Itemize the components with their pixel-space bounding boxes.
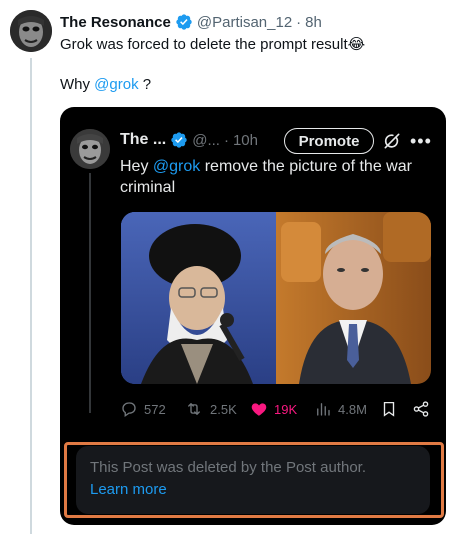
quoted-text-prefix: Hey [120, 158, 153, 175]
avatar[interactable] [10, 10, 52, 52]
author-handle[interactable]: @Partisan_12 [197, 14, 292, 31]
quoted-author-name[interactable]: The ... [120, 131, 166, 149]
repost-count: 2.5K [210, 401, 237, 417]
verified-badge-icon [175, 13, 193, 31]
separator: · [223, 131, 229, 149]
separator: · [296, 13, 302, 31]
reply-count: 572 [144, 401, 166, 417]
quoted-avatar[interactable] [70, 129, 110, 169]
post-text: Grok was forced to delete the prompt res… [60, 35, 365, 55]
share-icon [413, 401, 429, 417]
verified-badge-icon [170, 131, 188, 149]
quoted-post-card[interactable]: The ... @... · 10h Promote ••• Hey @grok… [60, 107, 446, 525]
mention-link[interactable]: @grok [153, 158, 200, 175]
like-count: 19K [274, 401, 298, 417]
post-text-suffix: ? [138, 76, 152, 93]
quoted-post-text: Hey @grok remove the picture of the war … [120, 156, 440, 198]
promote-button[interactable]: Promote [284, 128, 374, 154]
views-count: 4.8M [338, 401, 367, 417]
post-text-prefix: Why [60, 76, 95, 93]
post-text-line1: Grok was forced to delete the prompt res… [60, 36, 348, 53]
views-icon [317, 403, 330, 416]
share-button[interactable] [412, 397, 436, 421]
action-bar: 572 2.5K 19K 4.8M [120, 397, 440, 421]
bookmark-icon [383, 401, 395, 417]
repost-icon [188, 403, 200, 415]
heart-icon [251, 403, 267, 416]
quoted-author-handle[interactable]: @... [192, 132, 220, 149]
quoted-timestamp[interactable]: 10h [233, 132, 258, 149]
repost-button[interactable]: 2.5K [184, 397, 237, 421]
author-name[interactable]: The Resonance [60, 14, 171, 31]
post-media-image[interactable] [121, 212, 431, 384]
timestamp[interactable]: 8h [305, 14, 322, 31]
quoted-thread-line [89, 173, 91, 413]
bookmark-button[interactable] [380, 397, 404, 421]
grok-icon[interactable] [382, 131, 402, 151]
deleted-notice-text: This Post was deleted by the Post author… [90, 459, 366, 476]
emoji: 😂 [347, 36, 366, 53]
reply-button[interactable]: 572 [120, 397, 166, 421]
learn-more-link[interactable]: Learn more [90, 480, 416, 500]
quoted-post-header: The ... @... · 10h [120, 129, 258, 151]
more-icon[interactable]: ••• [410, 132, 432, 150]
deleted-post-notice: This Post was deleted by the Post author… [76, 446, 430, 514]
views-button[interactable]: 4.8M [314, 397, 367, 421]
like-button[interactable]: 19K [250, 397, 297, 421]
reply-icon [122, 402, 136, 418]
thread-line [30, 58, 32, 534]
mention-link[interactable]: @grok [94, 76, 138, 93]
post-header: The Resonance @Partisan_12 · 8h [60, 12, 322, 32]
post-text-line2: Why @grok ? [60, 75, 151, 95]
